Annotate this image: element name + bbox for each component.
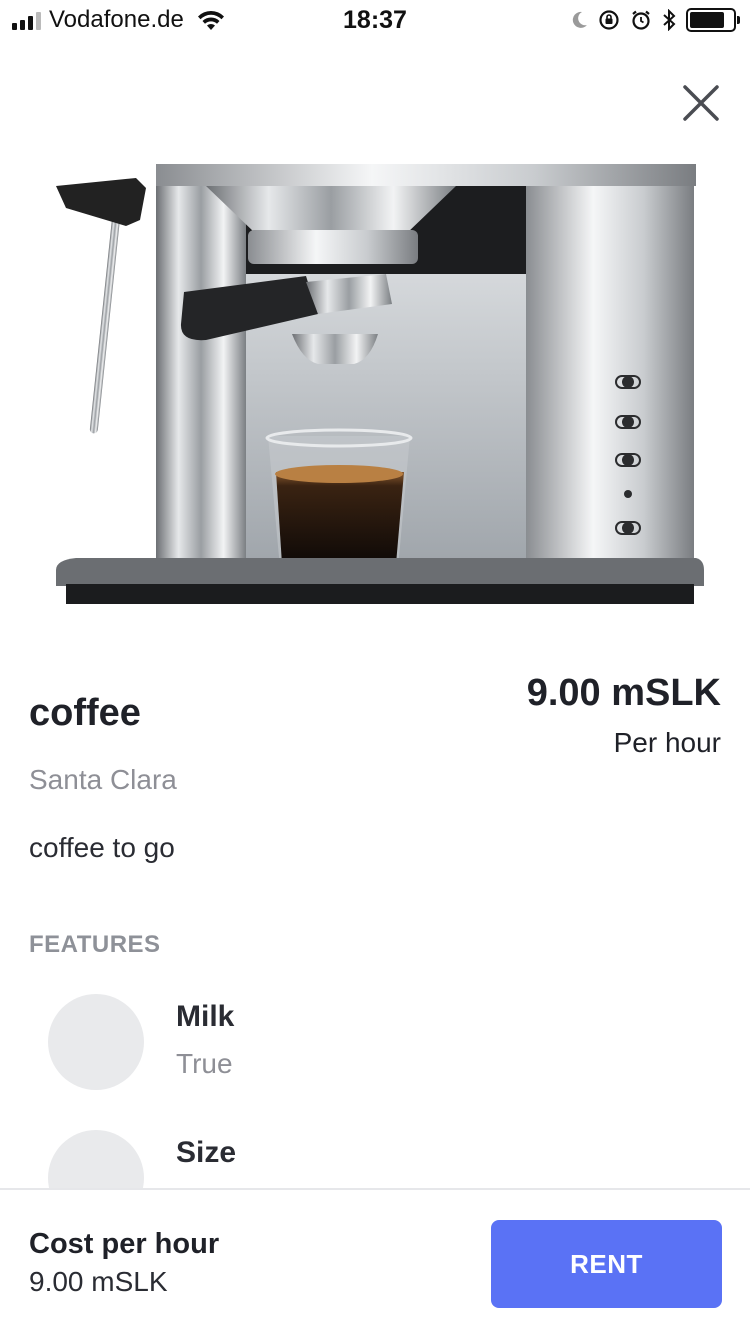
rent-button[interactable]: RENT [491, 1220, 722, 1308]
bottom-bar: Cost per hour 9.00 mSLK RENT [0, 1188, 750, 1334]
product-title: coffee [29, 692, 141, 734]
moon-icon [572, 11, 587, 28]
rotation-lock-icon [599, 10, 619, 30]
cost-value: 9.00 mSLK [29, 1266, 168, 1297]
status-bar-right [570, 8, 740, 32]
alarm-icon [632, 10, 650, 30]
feature-value: True [176, 1048, 233, 1079]
battery-icon [686, 8, 740, 32]
feature-icon-placeholder [48, 994, 144, 1090]
feature-name: Size [176, 1136, 237, 1169]
espresso-machine-photo [56, 164, 704, 604]
price-unit: Per hour [613, 727, 721, 758]
product-price: 9.00 mSLK [526, 672, 721, 714]
bluetooth-icon [663, 9, 676, 31]
status-bar: Vodafone.de 18:37 [0, 0, 750, 40]
close-button[interactable] [676, 78, 726, 128]
features-heading: FEATURES [29, 931, 161, 958]
product-location: Santa Clara [29, 764, 177, 795]
feature-item-milk: Milk True [48, 994, 688, 1094]
feature-name: Milk [176, 1000, 235, 1033]
close-icon [683, 85, 719, 121]
product-image [56, 164, 704, 604]
product-description: coffee to go [29, 832, 175, 863]
cost-label: Cost per hour [29, 1228, 220, 1260]
